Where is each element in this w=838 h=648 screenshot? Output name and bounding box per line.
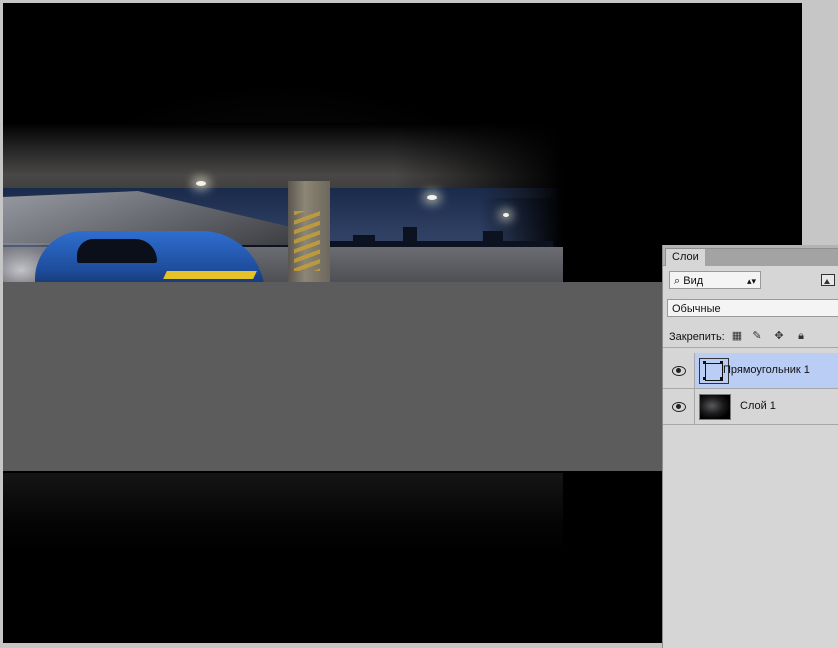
raster-thumbnail [699, 394, 731, 420]
garage-floor [3, 473, 563, 553]
brush-icon[interactable]: ✎ [751, 330, 763, 342]
layer-row-rectangle[interactable]: Прямоугольник 1 [663, 353, 838, 389]
layers-panel: Слои ⌕ Вид ▴▾ Обычные Закрепить: ▦ ✎ ✥ 🔒… [662, 245, 838, 648]
pixel-layer-filter-icon[interactable] [821, 274, 835, 286]
layer-filter-row: ⌕ Вид ▴▾ [663, 269, 838, 291]
graffiti-pillar [288, 181, 330, 285]
visibility-toggle[interactable] [663, 389, 695, 424]
eye-icon [672, 402, 686, 412]
layer-name: Прямоугольник 1 [723, 364, 810, 376]
ceiling-lamp [196, 181, 206, 186]
lock-icon[interactable]: 🔒︎ [795, 330, 807, 342]
lock-transparent-icon[interactable]: ▦ [731, 330, 743, 342]
blend-mode-select[interactable]: Обычные [667, 299, 838, 317]
layer-row-layer1[interactable]: Слой 1 [663, 389, 838, 425]
rectangle-shape-layer[interactable] [3, 282, 663, 471]
eye-icon [672, 366, 686, 376]
tab-bar-filler [705, 248, 838, 266]
panel-tab-bar: Слои [663, 245, 838, 266]
layer-name: Слой 1 [740, 400, 776, 412]
ceiling-lamp [427, 195, 437, 200]
parking-ceiling [3, 123, 563, 198]
move-icon[interactable]: ✥ [773, 330, 785, 342]
lock-row: Закрепить: ▦ ✎ ✥ 🔒︎ [663, 327, 838, 348]
visibility-toggle[interactable] [663, 353, 695, 388]
ceiling-lamp [503, 213, 509, 217]
layer-filter-select[interactable]: ⌕ Вид ▴▾ [669, 271, 761, 289]
filter-selected-value: Вид [683, 275, 704, 287]
search-icon: ⌕ [674, 275, 681, 287]
up-down-arrows-icon: ▴▾ [746, 276, 756, 286]
lock-label: Закрепить: [669, 331, 725, 343]
tab-layers[interactable]: Слои [665, 248, 706, 266]
